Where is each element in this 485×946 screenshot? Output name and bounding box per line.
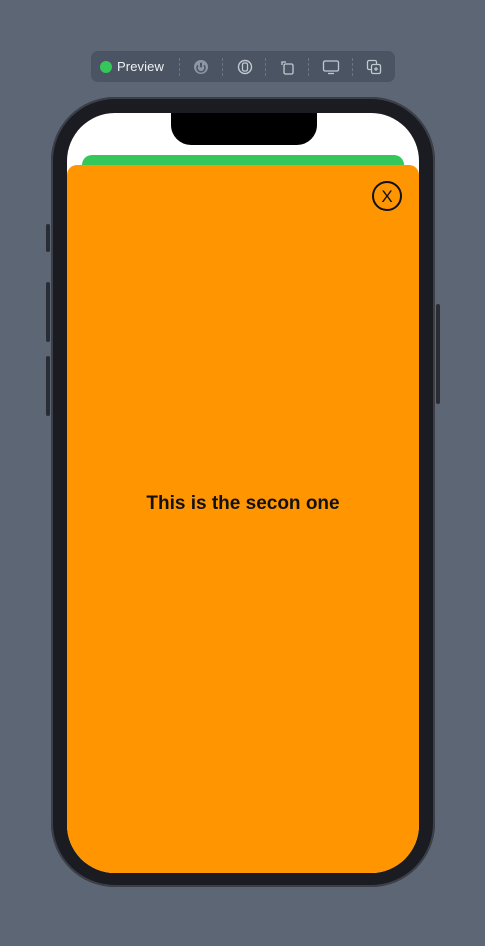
device-settings-button[interactable] xyxy=(310,51,351,82)
duplicate-preview-button[interactable] xyxy=(354,51,395,82)
live-preview-icon xyxy=(193,59,209,75)
silent-switch xyxy=(46,224,50,252)
preview-toolbar: Preview xyxy=(91,51,395,82)
rotate-device-button[interactable] xyxy=(267,51,308,82)
presented-sheet: X This is the secon one xyxy=(67,165,419,873)
rotate-device-icon xyxy=(280,59,296,75)
preview-label: Preview xyxy=(117,59,164,74)
variants-icon xyxy=(237,59,253,75)
preview-status[interactable]: Preview xyxy=(91,59,179,74)
volume-up-button xyxy=(46,282,50,342)
device-screen: X This is the secon one xyxy=(67,113,419,873)
notch xyxy=(171,113,317,145)
live-preview-button[interactable] xyxy=(181,51,222,82)
duplicate-preview-icon xyxy=(366,59,382,75)
power-button xyxy=(436,304,440,404)
volume-down-button xyxy=(46,356,50,416)
device-settings-icon xyxy=(322,59,340,75)
close-icon: X xyxy=(381,186,393,206)
close-button[interactable]: X xyxy=(372,181,402,211)
status-dot-icon xyxy=(100,60,112,73)
sheet-message: This is the secon one xyxy=(146,493,340,514)
variants-button[interactable] xyxy=(224,51,265,82)
